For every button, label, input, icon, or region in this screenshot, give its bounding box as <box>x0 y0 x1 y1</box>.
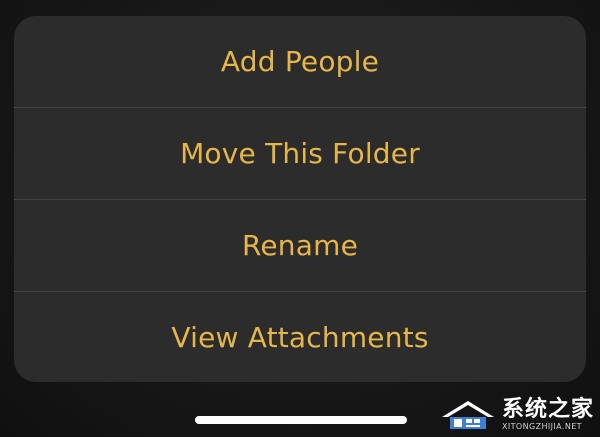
rename-button[interactable]: Rename <box>14 200 586 292</box>
home-indicator[interactable] <box>195 416 407 424</box>
watermark-title: 系统之家 <box>501 395 594 422</box>
watermark-logo-icon <box>441 401 494 429</box>
action-sheet: Add People Move This Folder Rename View … <box>14 16 586 382</box>
watermark-subtitle: XITONGZHIJIA.NET <box>501 421 582 431</box>
add-people-button[interactable]: Add People <box>14 16 586 108</box>
watermark-text: 系统之家 XITONGZHIJIA.NET <box>502 398 594 431</box>
watermark: 系统之家 XITONGZHIJIA.NET <box>438 397 594 431</box>
view-attachments-button[interactable]: View Attachments <box>14 292 586 382</box>
move-this-folder-button[interactable]: Move This Folder <box>14 108 586 200</box>
